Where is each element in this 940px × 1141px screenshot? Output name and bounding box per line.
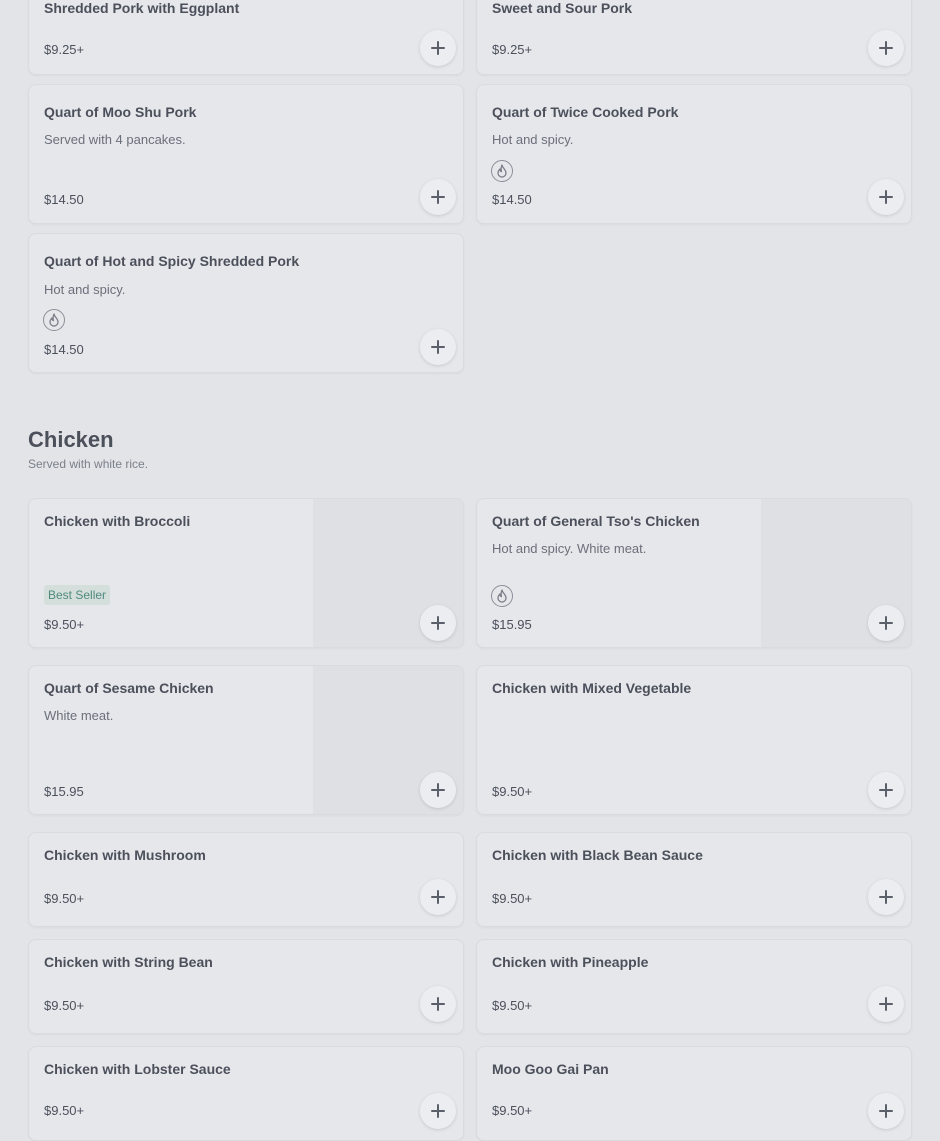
add-item-button[interactable]	[868, 30, 904, 66]
plus-icon	[879, 41, 893, 55]
plus-icon	[431, 41, 445, 55]
menu-item-card[interactable]: Chicken with Mushroom $9.50+	[28, 832, 464, 927]
plus-icon	[879, 783, 893, 797]
add-item-button[interactable]	[420, 1093, 456, 1129]
plus-icon	[431, 783, 445, 797]
item-price: $9.50+	[44, 891, 85, 906]
menu-item-card[interactable]: Quart of Sesame Chicken White meat. $15.…	[28, 665, 464, 815]
item-description: Hot and spicy.	[44, 282, 126, 297]
flame-icon	[49, 313, 59, 327]
item-name: Chicken with String Bean	[44, 954, 213, 970]
item-name: Sweet and Sour Pork	[492, 0, 633, 16]
section-title: Chicken	[28, 427, 114, 452]
add-item-button[interactable]	[420, 329, 456, 365]
item-price: $9.25+	[44, 42, 85, 57]
item-name: Quart of Hot and Spicy Shredded Pork	[44, 253, 300, 269]
add-item-button[interactable]	[420, 605, 456, 641]
item-price: $9.50+	[492, 784, 533, 799]
item-name: Shredded Pork with Eggplant	[44, 0, 240, 16]
menu-item-card[interactable]: Quart of Twice Cooked Pork Hot and spicy…	[476, 84, 912, 224]
add-item-button[interactable]	[420, 30, 456, 66]
item-price: $9.50+	[492, 1103, 533, 1118]
menu-item-card[interactable]: Quart of General Tso's Chicken Hot and s…	[476, 498, 912, 648]
plus-icon	[431, 1104, 445, 1118]
add-item-button[interactable]	[868, 772, 904, 808]
item-price: $14.50	[44, 342, 84, 357]
plus-icon	[879, 616, 893, 630]
item-description: Hot and spicy.	[492, 132, 574, 147]
item-name: Chicken with Black Bean Sauce	[492, 847, 703, 863]
spicy-indicator	[43, 309, 65, 331]
item-name: Quart of Twice Cooked Pork	[492, 104, 679, 120]
menu-item-card[interactable]: Moo Goo Gai Pan $9.50+	[476, 1046, 912, 1141]
add-item-button[interactable]	[420, 879, 456, 915]
item-name: Chicken with Broccoli	[44, 513, 191, 529]
item-price: $9.25+	[492, 42, 533, 57]
spicy-indicator	[491, 585, 513, 607]
plus-icon	[879, 997, 893, 1011]
spicy-indicator	[491, 160, 513, 182]
add-item-button[interactable]	[868, 1093, 904, 1129]
item-name: Moo Goo Gai Pan	[492, 1061, 609, 1077]
add-item-button[interactable]	[868, 605, 904, 641]
plus-icon	[879, 890, 893, 904]
menu-item-card[interactable]: Chicken with String Bean $9.50+	[28, 939, 464, 1034]
plus-icon	[431, 190, 445, 204]
menu-item-card[interactable]: Chicken with Black Bean Sauce $9.50+	[476, 832, 912, 927]
add-item-button[interactable]	[868, 879, 904, 915]
item-price: $15.95	[44, 784, 84, 799]
plus-icon	[879, 190, 893, 204]
item-price: $9.50+	[44, 998, 85, 1013]
item-name: Chicken with Mixed Vegetable	[492, 680, 692, 696]
item-name: Quart of Moo Shu Pork	[44, 104, 197, 120]
item-price: $9.50+	[44, 1103, 85, 1118]
flame-icon	[497, 164, 507, 178]
item-price: $14.50	[492, 192, 532, 207]
item-price: $9.50+	[492, 998, 533, 1013]
item-price: $9.50+	[44, 617, 85, 632]
plus-icon	[879, 1104, 893, 1118]
plus-icon	[431, 616, 445, 630]
menu-item-card[interactable]: Chicken with Pineapple $9.50+	[476, 939, 912, 1034]
item-price: $9.50+	[492, 891, 533, 906]
item-name: Chicken with Pineapple	[492, 954, 649, 970]
item-name: Chicken with Lobster Sauce	[44, 1061, 231, 1077]
item-name: Quart of General Tso's Chicken	[492, 513, 700, 529]
plus-icon	[431, 340, 445, 354]
menu-item-card[interactable]: Chicken with Lobster Sauce $9.50+	[28, 1046, 464, 1141]
item-description: White meat.	[44, 708, 114, 723]
item-name: Chicken with Mushroom	[44, 847, 206, 863]
item-name: Quart of Sesame Chicken	[44, 680, 214, 696]
add-item-button[interactable]	[420, 986, 456, 1022]
add-item-button[interactable]	[868, 179, 904, 215]
add-item-button[interactable]	[420, 772, 456, 808]
item-price: $14.50	[44, 192, 84, 207]
menu-item-card[interactable]: Chicken with Broccoli Best Seller $9.50+	[28, 498, 464, 648]
item-price: $15.95	[492, 617, 532, 632]
item-description: Hot and spicy. White meat.	[492, 541, 647, 556]
item-description: Served with 4 pancakes.	[44, 132, 186, 147]
add-item-button[interactable]	[420, 179, 456, 215]
plus-icon	[431, 997, 445, 1011]
menu-item-card[interactable]: Sweet and Sour Pork $9.25+	[476, 0, 912, 75]
menu-item-card[interactable]: Quart of Hot and Spicy Shredded Pork Hot…	[28, 233, 464, 373]
plus-icon	[431, 890, 445, 904]
menu-item-card[interactable]: Quart of Moo Shu Pork Served with 4 panc…	[28, 84, 464, 224]
menu-item-card[interactable]: Shredded Pork with Eggplant $9.25+	[28, 0, 464, 75]
menu-item-card[interactable]: Chicken with Mixed Vegetable $9.50+	[476, 665, 912, 815]
best-seller-badge: Best Seller	[44, 585, 111, 605]
add-item-button[interactable]	[868, 986, 904, 1022]
section-subtitle: Served with white rice.	[28, 457, 149, 471]
flame-icon	[497, 589, 507, 603]
